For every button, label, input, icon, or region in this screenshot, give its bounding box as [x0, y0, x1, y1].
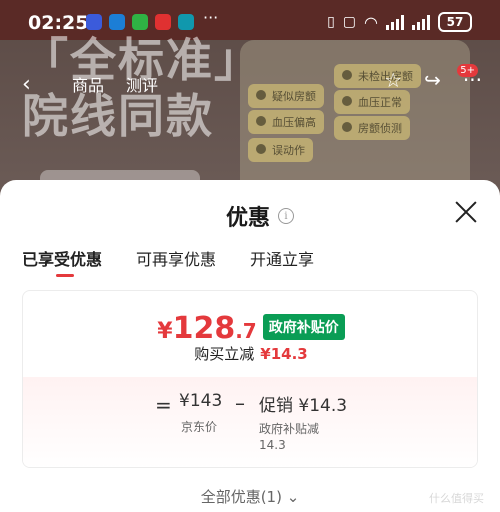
product-nav-tabs: 商品 测评	[72, 72, 158, 96]
promo-label: 政府补贴减	[259, 422, 320, 436]
buy-reduce-label: 购买立减	[194, 345, 255, 363]
final-price: ¥128.7	[157, 311, 256, 346]
app-notification-icon	[155, 14, 171, 30]
nav-actions: ☆ ↪ ··· 5+	[384, 64, 482, 92]
nav-tab-review[interactable]: 测评	[126, 72, 158, 96]
nav-tab-product[interactable]: 商品	[72, 72, 104, 96]
tab-activate-offers[interactable]: 开通立享	[250, 246, 314, 270]
notification-icons	[86, 14, 194, 30]
price-currency: ¥	[157, 319, 173, 344]
status-time: 02:25	[28, 12, 89, 34]
vibrate-icon: ▢	[342, 14, 357, 30]
promo-value: 促销 ¥14.3	[259, 396, 348, 416]
product-nav-bar: ‹ 商品 测评 ☆ ↪ ··· 5+	[0, 64, 500, 100]
background-chip: 误动作	[248, 138, 313, 162]
info-icon[interactable]: i	[278, 208, 295, 224]
wechat-icon	[132, 14, 148, 30]
wifi-icon: ◠	[364, 12, 378, 32]
all-offers-link[interactable]: 全部优惠(1) ⌄	[0, 486, 500, 507]
background-chip: 房颤侦测	[334, 116, 410, 140]
jd-price-label: 京东价	[181, 420, 218, 434]
offer-tabs: 已享受优惠 可再享优惠 开通立享	[22, 246, 314, 277]
signal-icon	[386, 14, 404, 30]
battery-icon: 57	[438, 12, 472, 32]
message-badge: 5+	[457, 64, 478, 77]
app-notification-icon	[109, 14, 125, 30]
tab-enjoyed-offers[interactable]: 已享受优惠	[22, 246, 102, 277]
nfc-icon: ▯	[327, 14, 335, 30]
more-notifications-icon: ···	[203, 8, 219, 27]
all-offers-label: 全部优惠(1)	[200, 488, 282, 506]
share-icon[interactable]: ↪	[424, 68, 441, 92]
background-chip: 血压偏高	[248, 110, 324, 134]
card-gradient	[23, 377, 477, 467]
back-arrow-icon[interactable]: ‹	[22, 72, 31, 97]
buy-reduce-value: ¥14.3	[260, 345, 308, 363]
minus-sign: –	[235, 391, 245, 415]
buy-reduce-line: 购买立减 ¥14.3	[23, 343, 477, 364]
system-icons: ▯ ▢ ◠ 57	[327, 12, 472, 32]
watermark: 什么值得买	[429, 492, 484, 505]
chevron-down-icon: ⌄	[286, 488, 300, 506]
promo-amount: 14.3	[259, 438, 286, 452]
gov-subsidy-tag: 政府补贴价	[262, 314, 345, 340]
close-icon[interactable]	[454, 200, 478, 224]
jd-price-value: ¥143	[179, 391, 223, 411]
app-notification-icon	[86, 14, 102, 30]
tab-more-offers[interactable]: 可再享优惠	[136, 246, 216, 270]
price-decimal: .7	[235, 319, 257, 343]
price-breakdown-card: ¥128.7 政府补贴价 购买立减 ¥14.3 = ¥143 京东价 – 促销 ¥…	[22, 290, 478, 468]
sheet-header: 优惠 i	[226, 200, 295, 232]
equals-sign: =	[155, 393, 172, 417]
signal-icon	[412, 14, 430, 30]
sheet-title: 优惠	[226, 206, 271, 231]
final-price-row: ¥128.7 政府补贴价	[23, 311, 477, 346]
favorite-icon[interactable]: ☆	[384, 68, 402, 92]
app-notification-icon	[178, 14, 194, 30]
price-integer: 128	[172, 311, 236, 346]
status-bar: 02:25 ··· ▯ ▢ ◠ 57	[0, 8, 500, 38]
